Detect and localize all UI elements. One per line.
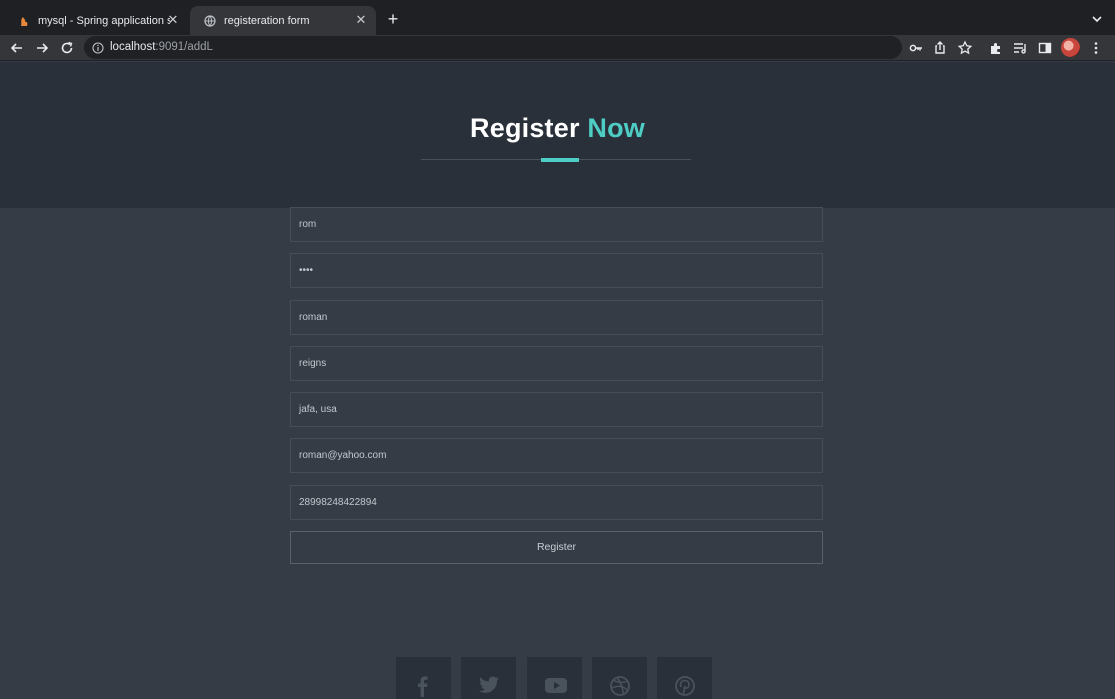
tab-mysql[interactable]: mysql - Spring application star ✕ [4,6,188,35]
share-icon[interactable] [931,39,949,57]
info-icon[interactable] [92,41,104,54]
twitter-button[interactable] [461,657,516,699]
page-title: Register Now [0,113,1115,144]
globe-icon [204,14,216,27]
profile-avatar[interactable] [1061,38,1080,57]
title-part-1: Register [470,113,588,143]
address-field[interactable]: jafa, usa [290,392,823,427]
address-bar[interactable]: localhost:9091/addL [84,36,902,59]
reading-list-icon[interactable] [1011,39,1029,57]
last-name-field[interactable]: reigns [290,346,823,381]
url-path: :9091/addL [155,41,213,53]
tab-title: mysql - Spring application star [38,14,170,27]
new-tab-icon[interactable]: + [384,10,402,28]
star-icon[interactable] [956,39,974,57]
url-text: localhost:9091/addL [110,41,213,53]
password-field[interactable]: •••• [290,253,823,288]
close-tab-icon[interactable]: ✕ [354,13,368,27]
title-divider-accent [541,158,579,162]
youtube-button[interactable] [527,657,582,699]
pinterest-button[interactable] [657,657,712,699]
extensions-icon[interactable] [987,39,1005,57]
menu-kebab-icon[interactable] [1087,39,1105,57]
tab-title: registeration form [224,14,310,27]
tab-registration[interactable]: registeration form ✕ [190,6,376,35]
mysql-favicon-icon [18,15,30,27]
reload-icon[interactable] [58,39,76,57]
chevron-down-icon[interactable] [1091,12,1103,24]
register-button[interactable]: Register [290,531,823,564]
email-field[interactable]: roman@yahoo.com [290,438,823,473]
title-accent: Now [587,113,645,143]
facebook-button[interactable] [396,657,451,699]
dribbble-button[interactable] [592,657,647,699]
url-host: localhost [110,41,156,53]
browser-toolbar: localhost:9091/addL [0,35,1115,61]
tab-strip: mysql - Spring application star ✕ regist… [0,0,1115,35]
forward-arrow-icon[interactable] [33,39,51,57]
username-field[interactable]: rom [290,207,823,242]
close-tab-icon[interactable]: ✕ [166,13,180,27]
back-arrow-icon[interactable] [8,39,26,57]
key-icon[interactable] [907,39,925,57]
side-panel-icon[interactable] [1036,39,1054,57]
first-name-field[interactable]: roman [290,300,823,335]
phone-field[interactable]: 28998248422894 [290,485,823,520]
